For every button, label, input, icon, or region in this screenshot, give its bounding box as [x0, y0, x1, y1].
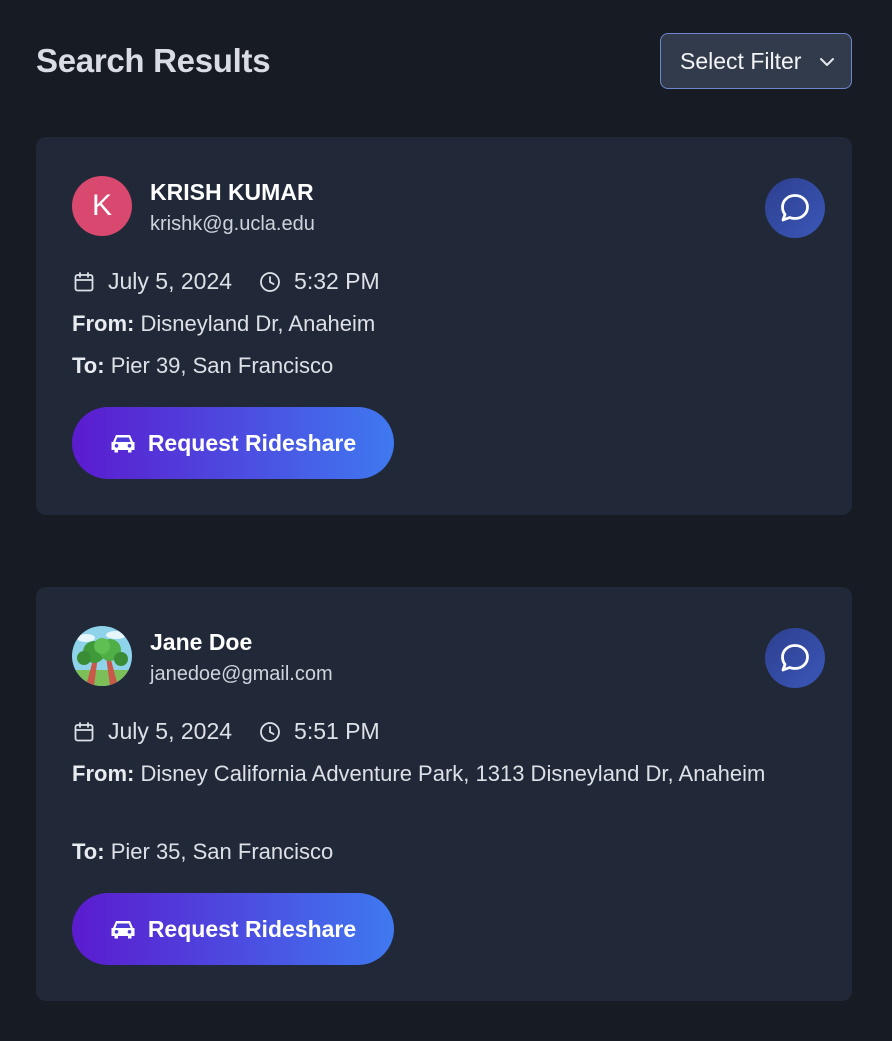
result-card: K KRISH KUMAR krishk@g.ucla.edu July 5, … [36, 137, 852, 515]
chat-bubble-icon [781, 644, 809, 672]
route-to-value: Pier 35, San Francisco [110, 839, 334, 864]
route-to: To: Pier 35, San Francisco [72, 834, 792, 870]
ride-date: July 5, 2024 [108, 718, 233, 744]
search-results-page: Search Results Select Filter K KRISH KUM… [0, 0, 892, 1041]
filter-select[interactable]: Select Filter [660, 33, 852, 89]
request-rideshare-button[interactable]: Request Rideshare [72, 407, 394, 479]
filter-select-label: Select Filter [680, 47, 802, 74]
request-rideshare-label: Request Rideshare [147, 915, 357, 942]
car-icon [111, 435, 135, 453]
ride-time: 5:51 PM [294, 718, 380, 744]
route-to-label: To: [72, 353, 105, 378]
datetime-row: July 5, 2024 5:32 PM [72, 268, 380, 295]
avatar: K [72, 176, 132, 236]
request-rideshare-button[interactable]: Request Rideshare [72, 893, 394, 965]
page-title: Search Results [36, 42, 271, 79]
car-icon [111, 921, 135, 939]
chat-bubble-icon [781, 194, 809, 222]
calendar-icon [74, 271, 94, 291]
route-from: From: Disney California Adventure Park, … [72, 756, 792, 792]
ride-date: July 5, 2024 [108, 268, 233, 294]
route-from-label: From: [72, 761, 135, 786]
route-to: To: Pier 39, San Francisco [72, 348, 792, 384]
avatar-initial: K [91, 189, 112, 222]
chat-button[interactable] [765, 628, 825, 688]
route-to-label: To: [72, 839, 105, 864]
clock-icon [260, 721, 280, 742]
route-from-label: From: [72, 311, 135, 336]
route-to-value: Pier 39, San Francisco [110, 353, 334, 378]
avatar [72, 626, 132, 686]
calendar-icon [74, 721, 94, 741]
chat-button[interactable] [765, 178, 825, 238]
avatar-photo [72, 626, 132, 686]
user-name: KRISH KUMAR [150, 179, 314, 205]
ride-time: 5:32 PM [294, 268, 380, 294]
user-email: janedoe@gmail.com [150, 663, 333, 685]
result-card: Jane Doe janedoe@gmail.com July 5, 2024 … [36, 587, 852, 1001]
route-from-value: Disneyland Dr, Anaheim [140, 311, 376, 336]
route-from: From: Disneyland Dr, Anaheim [72, 306, 792, 342]
user-name: Jane Doe [150, 629, 253, 655]
clock-icon [260, 271, 280, 292]
datetime-row: July 5, 2024 5:51 PM [72, 718, 380, 745]
chevron-down-icon [820, 58, 834, 66]
user-email: krishk@g.ucla.edu [150, 213, 315, 235]
request-rideshare-label: Request Rideshare [147, 429, 357, 456]
route-from-value: Disney California Adventure Park, 1313 D… [140, 761, 766, 786]
